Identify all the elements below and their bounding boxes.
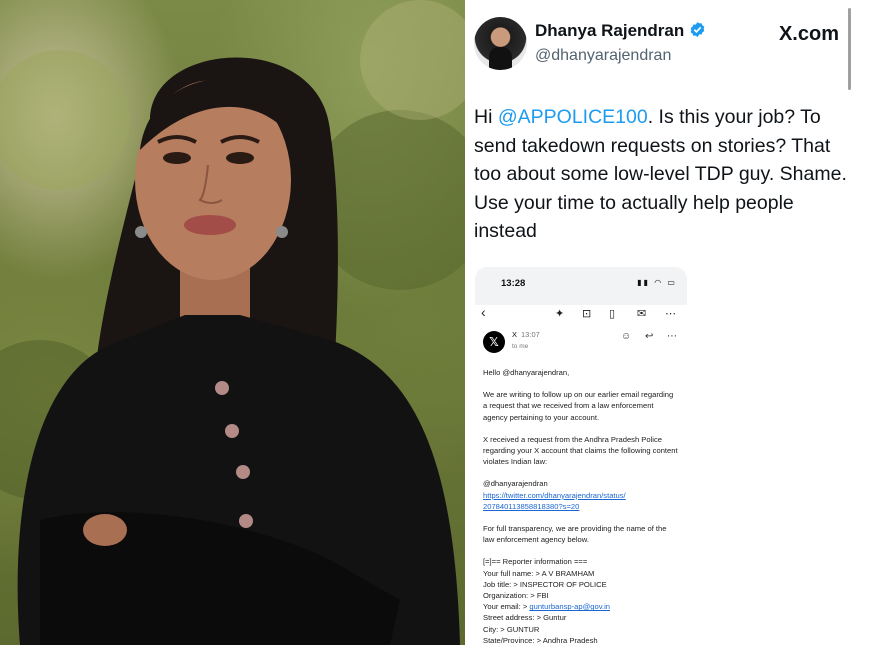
site-label: X.com bbox=[778, 23, 839, 45]
mention-link[interactable]: @APPOLICE100 bbox=[498, 106, 648, 128]
author-name-row[interactable]: Dhanya Rajendran bbox=[535, 21, 706, 41]
mail-icon: ✉ bbox=[637, 308, 647, 320]
reporter-state: State/Province: > Andhra Pradesh bbox=[483, 635, 598, 645]
phone-status-bar: 13:28 ▮▮ ◠ ▭ bbox=[475, 267, 687, 305]
sender-line: X 13:07 bbox=[512, 330, 540, 339]
archive-icon: ⊡ bbox=[582, 308, 592, 320]
reporter-city: City: > GUNTUR bbox=[483, 624, 540, 634]
mail-header: 𝕏 X 13:07 to me ☺ ↩ ⋯ bbox=[475, 325, 687, 367]
more-icon: ⋯ bbox=[667, 331, 677, 342]
recipient-line: to me bbox=[512, 343, 529, 350]
portrait-illustration bbox=[0, 0, 465, 645]
sender-x-logo: 𝕏 bbox=[483, 331, 505, 353]
back-arrow-icon: ‹ bbox=[481, 304, 486, 320]
reporter-full-name: Your full name: > A V BRAMHAM bbox=[483, 568, 595, 578]
reporter-job-title: Job title: > INSPECTOR OF POLICE bbox=[483, 579, 607, 589]
reporter-email-row: Your email: > gunturbansp-ap@gov.in bbox=[483, 601, 679, 612]
signal-wifi-battery-icon: ▮▮ ◠ ▭ bbox=[637, 278, 677, 287]
content-link-2[interactable]: 207840113858818380?s=20 bbox=[483, 501, 679, 512]
author-handle[interactable]: @dhanyarajendran bbox=[535, 47, 671, 65]
emoji-icon: ☺ bbox=[621, 331, 632, 342]
trash-icon: ▯ bbox=[609, 308, 616, 320]
tweet-card: Dhanya Rajendran @dhanyarajendran X.com … bbox=[465, 0, 876, 645]
sender-name: X bbox=[512, 330, 518, 339]
paragraph-3: For full transparency, we are providing … bbox=[483, 524, 667, 545]
tweet-text-before: Hi bbox=[474, 106, 498, 128]
sparkle-icon: ✦ bbox=[555, 308, 565, 320]
attached-email-screenshot[interactable]: 13:28 ▮▮ ◠ ▭ ‹ ✦ ⊡ ▯ ✉ ⋯ 𝕏 X 13:07 to me … bbox=[475, 267, 687, 645]
reporter-info: [=]== Reporter information === Your full… bbox=[483, 556, 679, 645]
content-handle: @dhanyarajendran bbox=[483, 479, 548, 489]
content-reference: @dhanyarajendran https://twitter.com/dha… bbox=[483, 478, 679, 512]
reporter-organization: Organization: > FBI bbox=[483, 591, 549, 601]
tweet-text: Hi @APPOLICE100. Is this your job? To se… bbox=[474, 103, 854, 246]
reporter-email[interactable]: gunturbansp-ap@gov.in bbox=[529, 602, 610, 611]
content-link-1[interactable]: https://twitter.com/dhanyarajendran/stat… bbox=[483, 490, 679, 501]
mail-body: Hello @dhanyarajendran, We are writing t… bbox=[475, 367, 687, 645]
reporter-email-label: Your email: > bbox=[483, 602, 530, 612]
reporter-header: [=]== Reporter information === bbox=[483, 557, 588, 567]
author-name[interactable]: Dhanya Rajendran bbox=[535, 21, 684, 40]
status-time: 13:28 bbox=[501, 278, 526, 289]
scrollbar[interactable] bbox=[848, 8, 851, 90]
author-avatar[interactable] bbox=[474, 17, 527, 70]
more-icon: ⋯ bbox=[665, 308, 676, 320]
reporter-street: Street address: > Guntur bbox=[483, 613, 567, 623]
reply-icon: ↩ bbox=[645, 331, 654, 342]
verified-badge-icon bbox=[690, 22, 705, 37]
paragraph-2: X received a request from the Andhra Pra… bbox=[483, 434, 678, 467]
portrait-photo bbox=[0, 0, 465, 645]
sent-time: 13:07 bbox=[521, 330, 540, 339]
paragraph-1: We are writing to follow up on our earli… bbox=[483, 390, 674, 422]
greeting: Hello @dhanyarajendran, bbox=[483, 368, 570, 377]
mail-toolbar: ‹ ✦ ⊡ ▯ ✉ ⋯ bbox=[475, 304, 687, 325]
